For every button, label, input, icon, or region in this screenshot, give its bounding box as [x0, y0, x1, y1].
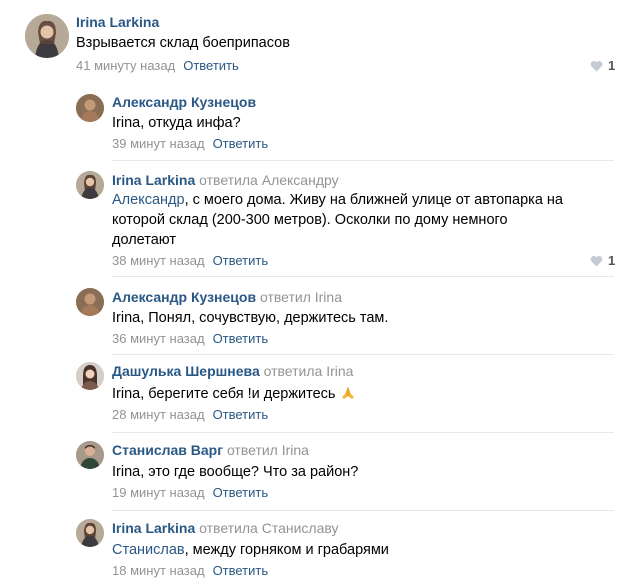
comment-text-line: долетают — [112, 232, 176, 248]
comment-text: Irina, Понял, сочувствую, держитесь там. — [112, 310, 389, 326]
comment-meta: 39 минут назад Ответить — [112, 136, 268, 151]
reply-to-label[interactable]: ответил Irina — [227, 442, 309, 458]
reply-button[interactable]: Ответить — [213, 331, 269, 346]
reply-to-label[interactable]: ответила Станиславу — [199, 520, 338, 536]
reply-button[interactable]: Ответить — [213, 136, 269, 151]
avatar-image — [76, 362, 104, 390]
comment-text: Взрывается склад боеприпасов — [76, 35, 290, 51]
comment-text: Irina, это где вообще? Что за район? — [112, 464, 359, 480]
comment-time[interactable]: 18 минут назад — [112, 563, 205, 578]
reply-button[interactable]: Ответить — [213, 253, 269, 268]
like-button[interactable]: 1 — [590, 253, 615, 268]
divider — [112, 432, 614, 433]
avatar-image — [76, 288, 104, 316]
comment-text: Irina, берегите себя !и держитесь — [112, 384, 356, 404]
author-name[interactable]: Александр Кузнецов ответил Irina — [112, 289, 342, 305]
comment-5: Дашулька Шершнева ответила Irina Irina, … — [0, 358, 640, 428]
mention-link[interactable]: Станислав — [112, 542, 185, 558]
author-name[interactable]: Александр Кузнецов — [112, 94, 256, 110]
author-link[interactable]: Станислав Варг — [112, 442, 223, 458]
avatar-image — [76, 519, 104, 547]
avatar-image — [76, 441, 104, 469]
divider — [112, 160, 614, 161]
avatar-image — [76, 94, 104, 122]
comment-time[interactable]: 36 минут назад — [112, 331, 205, 346]
reply-to-label[interactable]: ответил Irina — [260, 289, 342, 305]
like-count: 1 — [608, 58, 616, 73]
comment-time[interactable]: 19 минут назад — [112, 485, 205, 500]
heart-icon — [590, 60, 603, 71]
avatar-stanislav[interactable] — [76, 441, 104, 469]
avatar-irina[interactable] — [25, 14, 69, 58]
comment-6: Станислав Варг ответил Irina Irina, это … — [0, 437, 640, 507]
like-button[interactable]: 1 — [590, 58, 615, 73]
comment-1: Irina Larkina Взрывается склад боеприпас… — [0, 0, 640, 80]
author-name[interactable]: Irina Larkina ответила Александру — [112, 172, 339, 188]
comment-time[interactable]: 28 минут назад — [112, 407, 205, 422]
reply-button[interactable]: Ответить — [213, 563, 269, 578]
comment-time[interactable]: 38 минут назад — [112, 253, 205, 268]
reply-button[interactable]: Ответить — [213, 485, 269, 500]
reply-to-label[interactable]: ответила Александру — [199, 172, 338, 188]
author-link[interactable]: Дашулька Шершнева — [112, 363, 260, 379]
comment-meta: 18 минут назад Ответить — [112, 563, 268, 578]
avatar-dashulka[interactable] — [76, 362, 104, 390]
divider — [112, 276, 614, 277]
comment-meta: 41 минуту назад Ответить — [76, 58, 239, 73]
comment-text-line: Александр, с моего дома. Живу на ближней… — [112, 192, 563, 208]
comment-time[interactable]: 41 минуту назад — [76, 58, 175, 73]
comment-3: Irina Larkina ответила Александру Алекса… — [0, 165, 640, 275]
author-link[interactable]: Irina Larkina — [112, 172, 195, 188]
reply-to-label[interactable]: ответила Irina — [264, 363, 354, 379]
reply-button[interactable]: Ответить — [183, 58, 239, 73]
divider — [112, 354, 614, 355]
comment-text: Станислав, между горняком и грабарями — [112, 542, 389, 558]
heart-icon — [590, 255, 603, 266]
reply-button[interactable]: Ответить — [213, 407, 269, 422]
comment-meta: 28 минут назад Ответить — [112, 407, 268, 422]
avatar-irina[interactable] — [76, 519, 104, 547]
author-name[interactable]: Станислав Варг ответил Irina — [112, 442, 309, 458]
like-count: 1 — [608, 253, 616, 268]
comment-text: Александр, с моего дома. Живу на ближней… — [112, 190, 563, 250]
comment-meta: 36 минут назад Ответить — [112, 331, 268, 346]
author-name[interactable]: Irina Larkina — [76, 14, 159, 30]
author-link[interactable]: Irina Larkina — [112, 520, 195, 536]
comment-meta: 19 минут назад Ответить — [112, 485, 268, 500]
avatar-irina[interactable] — [76, 171, 104, 199]
author-name[interactable]: Irina Larkina ответила Станиславу — [112, 520, 339, 536]
avatar-aleksandr[interactable] — [76, 94, 104, 122]
mention-link[interactable]: Александр — [112, 192, 185, 208]
comment-time[interactable]: 39 минут назад — [112, 136, 205, 151]
avatar-aleksandr[interactable] — [76, 288, 104, 316]
comment-text-line: которой склад (200-300 метров). Осколки … — [112, 212, 508, 228]
divider — [112, 510, 614, 511]
comment-4: Александр Кузнецов ответил Irina Irina, … — [0, 282, 640, 352]
comment-meta: 38 минут назад Ответить — [112, 253, 268, 268]
author-link[interactable]: Александр Кузнецов — [112, 289, 256, 305]
folded-hands-emoji — [341, 387, 354, 399]
comment-2: Александр Кузнецов Irina, откуда инфа? 3… — [0, 86, 640, 160]
comment-7: Irina Larkina ответила Станиславу Станис… — [0, 515, 640, 588]
avatar-image — [76, 171, 104, 199]
avatar-image — [25, 14, 69, 58]
comment-text: Irina, откуда инфа? — [112, 115, 241, 131]
author-name[interactable]: Дашулька Шершнева ответила Irina — [112, 363, 353, 379]
